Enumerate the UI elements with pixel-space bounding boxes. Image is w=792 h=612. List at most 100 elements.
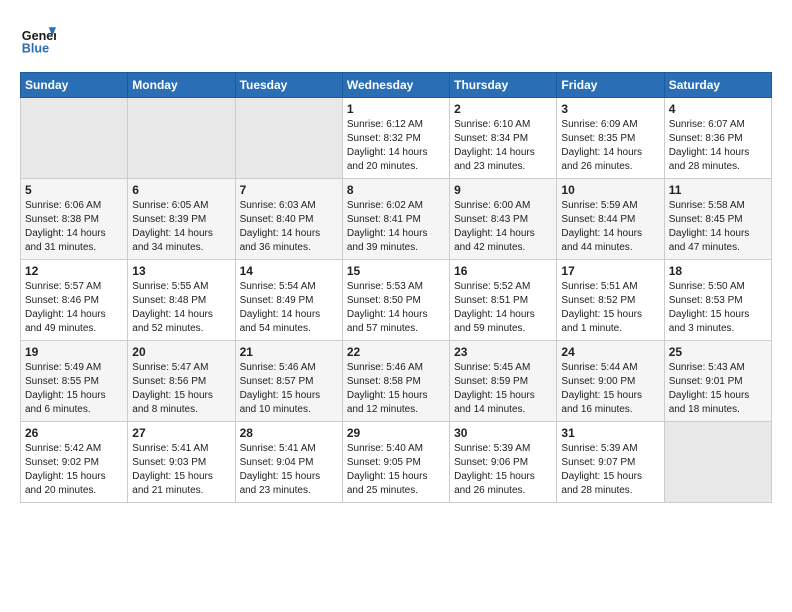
calendar-cell: 26 Sunrise: 5:42 AMSunset: 9:02 PMDayligh… bbox=[21, 422, 128, 503]
day-number: 8 bbox=[347, 183, 445, 197]
cell-info: Sunrise: 5:55 AMSunset: 8:48 PMDaylight:… bbox=[132, 280, 230, 336]
cell-info: Sunrise: 5:50 AMSunset: 8:53 PMDaylight:… bbox=[669, 280, 767, 336]
cell-info: Sunrise: 6:05 AMSunset: 8:39 PMDaylight:… bbox=[132, 199, 230, 255]
calendar-cell: 5 Sunrise: 6:06 AMSunset: 8:38 PMDaylight… bbox=[21, 179, 128, 260]
calendar-table: SundayMondayTuesdayWednesdayThursdayFrid… bbox=[20, 72, 772, 503]
calendar-week-row: 26 Sunrise: 5:42 AMSunset: 9:02 PMDayligh… bbox=[21, 422, 772, 503]
day-number: 15 bbox=[347, 264, 445, 278]
day-number: 6 bbox=[132, 183, 230, 197]
calendar-cell: 9 Sunrise: 6:00 AMSunset: 8:43 PMDaylight… bbox=[450, 179, 557, 260]
page-header: General Blue bbox=[20, 20, 772, 56]
calendar-cell bbox=[21, 98, 128, 179]
day-header-tuesday: Tuesday bbox=[235, 73, 342, 98]
day-number: 28 bbox=[240, 426, 338, 440]
day-number: 29 bbox=[347, 426, 445, 440]
calendar-week-row: 1Sunrise: 6:12 AMSunset: 8:32 PMDaylight… bbox=[21, 98, 772, 179]
calendar-cell: 30Sunrise: 5:39 AMSunset: 9:06 PMDayligh… bbox=[450, 422, 557, 503]
cell-info: Sunrise: 5:59 AMSunset: 8:44 PMDaylight:… bbox=[561, 199, 659, 255]
cell-info: Sunrise: 6:02 AMSunset: 8:41 PMDaylight:… bbox=[347, 199, 445, 255]
cell-info: Sunrise: 5:49 AMSunset: 8:55 PMDaylight:… bbox=[25, 361, 123, 417]
calendar-cell: 22Sunrise: 5:46 AMSunset: 8:58 PMDayligh… bbox=[342, 341, 449, 422]
calendar-cell: 11 Sunrise: 5:58 AMSunset: 8:45 PMDayligh… bbox=[664, 179, 771, 260]
calendar-week-row: 5 Sunrise: 6:06 AMSunset: 8:38 PMDaylight… bbox=[21, 179, 772, 260]
day-number: 25 bbox=[669, 345, 767, 359]
cell-info: Sunrise: 5:53 AMSunset: 8:50 PMDaylight:… bbox=[347, 280, 445, 336]
day-number: 4 bbox=[669, 102, 767, 116]
calendar-cell: 28 Sunrise: 5:41 AMSunset: 9:04 PMDayligh… bbox=[235, 422, 342, 503]
calendar-week-row: 19 Sunrise: 5:49 AMSunset: 8:55 PMDayligh… bbox=[21, 341, 772, 422]
day-number: 2 bbox=[454, 102, 552, 116]
day-number: 1 bbox=[347, 102, 445, 116]
cell-info: Sunrise: 5:42 AMSunset: 9:02 PMDaylight:… bbox=[25, 442, 123, 498]
calendar-cell: 6 Sunrise: 6:05 AMSunset: 8:39 PMDaylight… bbox=[128, 179, 235, 260]
cell-info: Sunrise: 5:46 AMSunset: 8:57 PMDaylight:… bbox=[240, 361, 338, 417]
day-number: 21 bbox=[240, 345, 338, 359]
calendar-cell: 13 Sunrise: 5:55 AMSunset: 8:48 PMDayligh… bbox=[128, 260, 235, 341]
calendar-cell: 3 Sunrise: 6:09 AMSunset: 8:35 PMDaylight… bbox=[557, 98, 664, 179]
day-header-saturday: Saturday bbox=[664, 73, 771, 98]
day-number: 27 bbox=[132, 426, 230, 440]
calendar-body: 1Sunrise: 6:12 AMSunset: 8:32 PMDaylight… bbox=[21, 98, 772, 503]
day-number: 26 bbox=[25, 426, 123, 440]
cell-info: Sunrise: 5:46 AMSunset: 8:58 PMDaylight:… bbox=[347, 361, 445, 417]
day-header-wednesday: Wednesday bbox=[342, 73, 449, 98]
calendar-cell: 17 Sunrise: 5:51 AMSunset: 8:52 PMDayligh… bbox=[557, 260, 664, 341]
svg-text:Blue: Blue bbox=[22, 41, 49, 55]
calendar-cell: 24 Sunrise: 5:44 AMSunset: 9:00 PMDayligh… bbox=[557, 341, 664, 422]
day-number: 31 bbox=[561, 426, 659, 440]
cell-info: Sunrise: 5:41 AMSunset: 9:04 PMDaylight:… bbox=[240, 442, 338, 498]
day-header-sunday: Sunday bbox=[21, 73, 128, 98]
calendar-header-row: SundayMondayTuesdayWednesdayThursdayFrid… bbox=[21, 73, 772, 98]
calendar-cell: 16 Sunrise: 5:52 AMSunset: 8:51 PMDayligh… bbox=[450, 260, 557, 341]
cell-info: Sunrise: 6:06 AMSunset: 8:38 PMDaylight:… bbox=[25, 199, 123, 255]
calendar-cell bbox=[664, 422, 771, 503]
day-number: 16 bbox=[454, 264, 552, 278]
calendar-cell: 14 Sunrise: 5:54 AMSunset: 8:49 PMDayligh… bbox=[235, 260, 342, 341]
day-number: 13 bbox=[132, 264, 230, 278]
calendar-cell: 1Sunrise: 6:12 AMSunset: 8:32 PMDaylight… bbox=[342, 98, 449, 179]
calendar-cell: 20Sunrise: 5:47 AMSunset: 8:56 PMDayligh… bbox=[128, 341, 235, 422]
day-number: 12 bbox=[25, 264, 123, 278]
cell-info: Sunrise: 5:39 AMSunset: 9:06 PMDaylight:… bbox=[454, 442, 552, 498]
cell-info: Sunrise: 5:54 AMSunset: 8:49 PMDaylight:… bbox=[240, 280, 338, 336]
calendar-cell: 25 Sunrise: 5:43 AMSunset: 9:01 PMDayligh… bbox=[664, 341, 771, 422]
calendar-cell: 15 Sunrise: 5:53 AMSunset: 8:50 PMDayligh… bbox=[342, 260, 449, 341]
cell-info: Sunrise: 5:57 AMSunset: 8:46 PMDaylight:… bbox=[25, 280, 123, 336]
day-number: 9 bbox=[454, 183, 552, 197]
day-number: 11 bbox=[669, 183, 767, 197]
cell-info: Sunrise: 5:43 AMSunset: 9:01 PMDaylight:… bbox=[669, 361, 767, 417]
day-number: 3 bbox=[561, 102, 659, 116]
calendar-cell: 29 Sunrise: 5:40 AMSunset: 9:05 PMDayligh… bbox=[342, 422, 449, 503]
day-number: 5 bbox=[25, 183, 123, 197]
day-number: 17 bbox=[561, 264, 659, 278]
logo-icon: General Blue bbox=[20, 20, 56, 56]
logo: General Blue bbox=[20, 20, 56, 56]
day-number: 14 bbox=[240, 264, 338, 278]
cell-info: Sunrise: 5:47 AMSunset: 8:56 PMDaylight:… bbox=[132, 361, 230, 417]
cell-info: Sunrise: 6:03 AMSunset: 8:40 PMDaylight:… bbox=[240, 199, 338, 255]
calendar-cell: 19 Sunrise: 5:49 AMSunset: 8:55 PMDayligh… bbox=[21, 341, 128, 422]
calendar-cell: 21 Sunrise: 5:46 AMSunset: 8:57 PMDayligh… bbox=[235, 341, 342, 422]
calendar-cell: 18Sunrise: 5:50 AMSunset: 8:53 PMDayligh… bbox=[664, 260, 771, 341]
day-header-friday: Friday bbox=[557, 73, 664, 98]
day-header-monday: Monday bbox=[128, 73, 235, 98]
cell-info: Sunrise: 5:52 AMSunset: 8:51 PMDaylight:… bbox=[454, 280, 552, 336]
cell-info: Sunrise: 5:44 AMSunset: 9:00 PMDaylight:… bbox=[561, 361, 659, 417]
cell-info: Sunrise: 5:45 AMSunset: 8:59 PMDaylight:… bbox=[454, 361, 552, 417]
calendar-cell: 12 Sunrise: 5:57 AMSunset: 8:46 PMDayligh… bbox=[21, 260, 128, 341]
cell-info: Sunrise: 6:07 AMSunset: 8:36 PMDaylight:… bbox=[669, 118, 767, 174]
calendar-cell bbox=[128, 98, 235, 179]
cell-info: Sunrise: 5:41 AMSunset: 9:03 PMDaylight:… bbox=[132, 442, 230, 498]
cell-info: Sunrise: 5:58 AMSunset: 8:45 PMDaylight:… bbox=[669, 199, 767, 255]
cell-info: Sunrise: 5:51 AMSunset: 8:52 PMDaylight:… bbox=[561, 280, 659, 336]
calendar-week-row: 12 Sunrise: 5:57 AMSunset: 8:46 PMDayligh… bbox=[21, 260, 772, 341]
day-number: 24 bbox=[561, 345, 659, 359]
calendar-cell: 4 Sunrise: 6:07 AMSunset: 8:36 PMDaylight… bbox=[664, 98, 771, 179]
cell-info: Sunrise: 5:39 AMSunset: 9:07 PMDaylight:… bbox=[561, 442, 659, 498]
calendar-cell: 23Sunrise: 5:45 AMSunset: 8:59 PMDayligh… bbox=[450, 341, 557, 422]
day-header-thursday: Thursday bbox=[450, 73, 557, 98]
cell-info: Sunrise: 6:09 AMSunset: 8:35 PMDaylight:… bbox=[561, 118, 659, 174]
day-number: 19 bbox=[25, 345, 123, 359]
cell-info: Sunrise: 6:00 AMSunset: 8:43 PMDaylight:… bbox=[454, 199, 552, 255]
cell-info: Sunrise: 5:40 AMSunset: 9:05 PMDaylight:… bbox=[347, 442, 445, 498]
